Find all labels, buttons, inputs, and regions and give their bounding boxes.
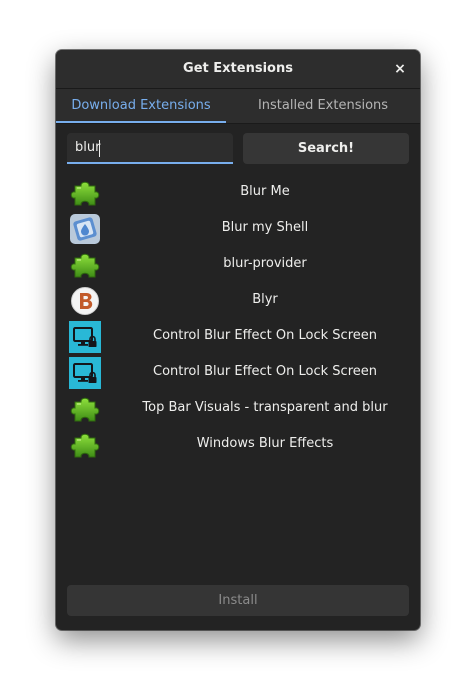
text-cursor	[99, 140, 100, 157]
puzzle-icon	[69, 249, 101, 281]
search-button[interactable]: Search!	[243, 133, 409, 164]
result-item-control-blur-lock-screen[interactable]: Control Blur Effect On Lock Screen	[56, 354, 420, 390]
result-name: Top Bar Visuals - transparent and blur	[142, 400, 388, 415]
dialog-title: Get Extensions	[183, 61, 293, 76]
tab-bar: Download Extensions Installed Extensions	[56, 89, 420, 124]
result-name: Blur Me	[240, 184, 290, 199]
lock-screen-icon	[69, 321, 101, 353]
result-name: Blyr	[252, 292, 278, 307]
result-name: Control Blur Effect On Lock Screen	[153, 364, 377, 379]
tab-installed-extensions[interactable]: Installed Extensions	[226, 89, 420, 123]
blur-my-shell-icon	[69, 213, 101, 245]
result-name: Control Blur Effect On Lock Screen	[153, 328, 377, 343]
lock-screen-icon	[69, 357, 101, 389]
dialog-titlebar: Get Extensions ×	[56, 50, 420, 89]
result-item-top-bar-visuals[interactable]: Top Bar Visuals - transparent and blur	[56, 390, 420, 426]
result-item-control-blur-lock-screen[interactable]: Control Blur Effect On Lock Screen	[56, 318, 420, 354]
puzzle-icon	[69, 429, 101, 461]
tab-download-extensions[interactable]: Download Extensions	[56, 89, 226, 123]
result-item-blur-me[interactable]: Blur Me	[56, 174, 420, 210]
install-button[interactable]: Install	[67, 585, 409, 616]
puzzle-icon	[69, 393, 101, 425]
result-item-windows-blur-effects[interactable]: Windows Blur Effects	[56, 426, 420, 462]
blyr-icon	[69, 285, 101, 317]
result-name: blur-provider	[223, 256, 307, 271]
get-extensions-dialog: Get Extensions × Download Extensions Ins…	[56, 50, 420, 630]
puzzle-icon	[69, 177, 101, 209]
result-item-blur-my-shell[interactable]: Blur my Shell	[56, 210, 420, 246]
close-button[interactable]: ×	[390, 59, 410, 79]
result-name: Windows Blur Effects	[196, 436, 334, 451]
result-item-blyr[interactable]: Blyr	[56, 282, 420, 318]
result-name: Blur my Shell	[221, 220, 309, 235]
result-item-blur-provider[interactable]: blur-provider	[56, 246, 420, 282]
search-input[interactable]	[67, 133, 233, 164]
